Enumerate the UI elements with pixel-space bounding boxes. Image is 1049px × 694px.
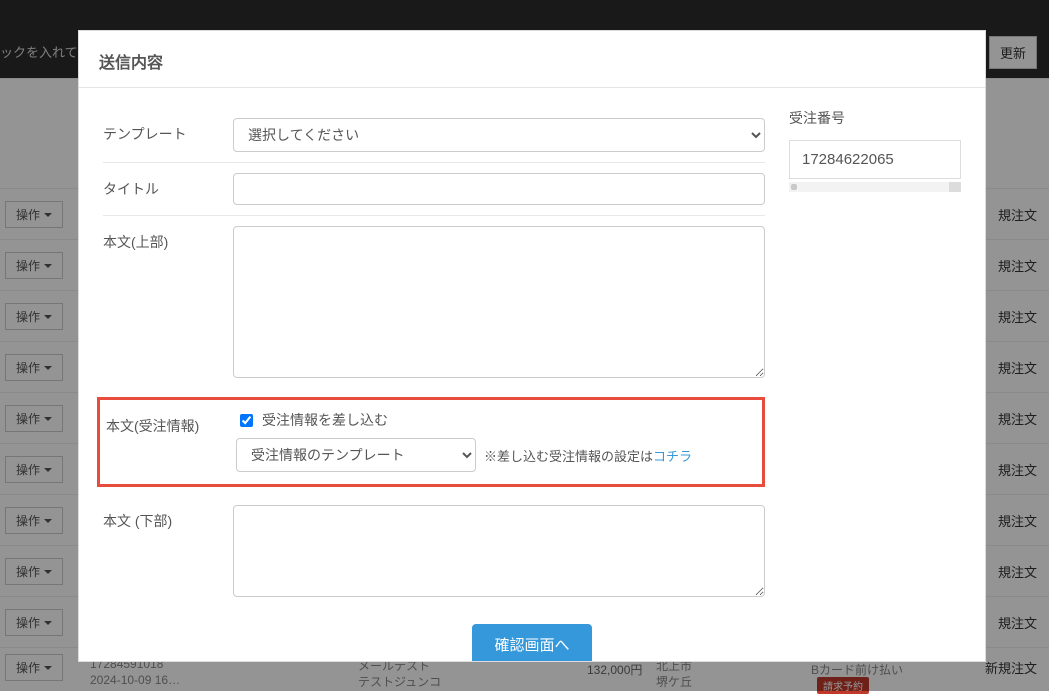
row-body-lower: 本文 (下部) [103,495,765,610]
order-template-select[interactable]: 受注情報のテンプレート [236,438,476,472]
label-body-lower: 本文 (下部) [103,505,233,531]
title-input[interactable] [233,173,765,205]
order-number-box: 17284622065 [789,140,961,179]
confirm-button[interactable]: 確認画面へ [472,624,591,661]
body-lower-textarea[interactable] [233,505,765,597]
row-body-order: 本文(受注情報) 受注情報を差し込む 受注情報のテンプレート [100,410,752,472]
row-title: タイトル [103,163,765,216]
label-body-order: 本文(受注情報) [106,410,236,436]
row-template: テンプレート 選択してください [103,108,765,163]
send-content-modal: 送信内容 テンプレート 選択してください タイトル [78,30,986,662]
order-number-value: 17284622065 [802,151,894,168]
order-hint-link[interactable]: コチラ [653,449,692,464]
order-hint: ※差し込む受注情報の設定はコチラ [484,446,692,465]
insert-order-checkbox-wrap[interactable]: 受注情報を差し込む [236,410,752,430]
body-upper-textarea[interactable] [233,226,765,378]
side-column: 受注番号 17284622065 [779,108,985,192]
row-body-upper: 本文(上部) [103,216,765,391]
side-title: 受注番号 [789,108,961,128]
modal-title: 送信内容 [79,31,985,88]
template-select[interactable]: 選択してください [233,118,765,152]
modal-footer: 確認画面へ [79,610,985,661]
form-column: テンプレート 選択してください タイトル 本文(上部) [79,108,779,610]
insert-order-checkbox[interactable] [240,414,253,427]
label-body-upper: 本文(上部) [103,226,233,252]
modal-scroll-area[interactable]: 送信内容 テンプレート 選択してください タイトル [79,31,985,661]
side-horiz-scrollbar[interactable] [789,182,961,192]
order-info-highlight: 本文(受注情報) 受注情報を差し込む 受注情報のテンプレート [97,397,765,487]
label-title: タイトル [103,173,233,199]
label-template: テンプレート [103,118,233,144]
insert-order-checkbox-label: 受注情報を差し込む [262,410,388,430]
